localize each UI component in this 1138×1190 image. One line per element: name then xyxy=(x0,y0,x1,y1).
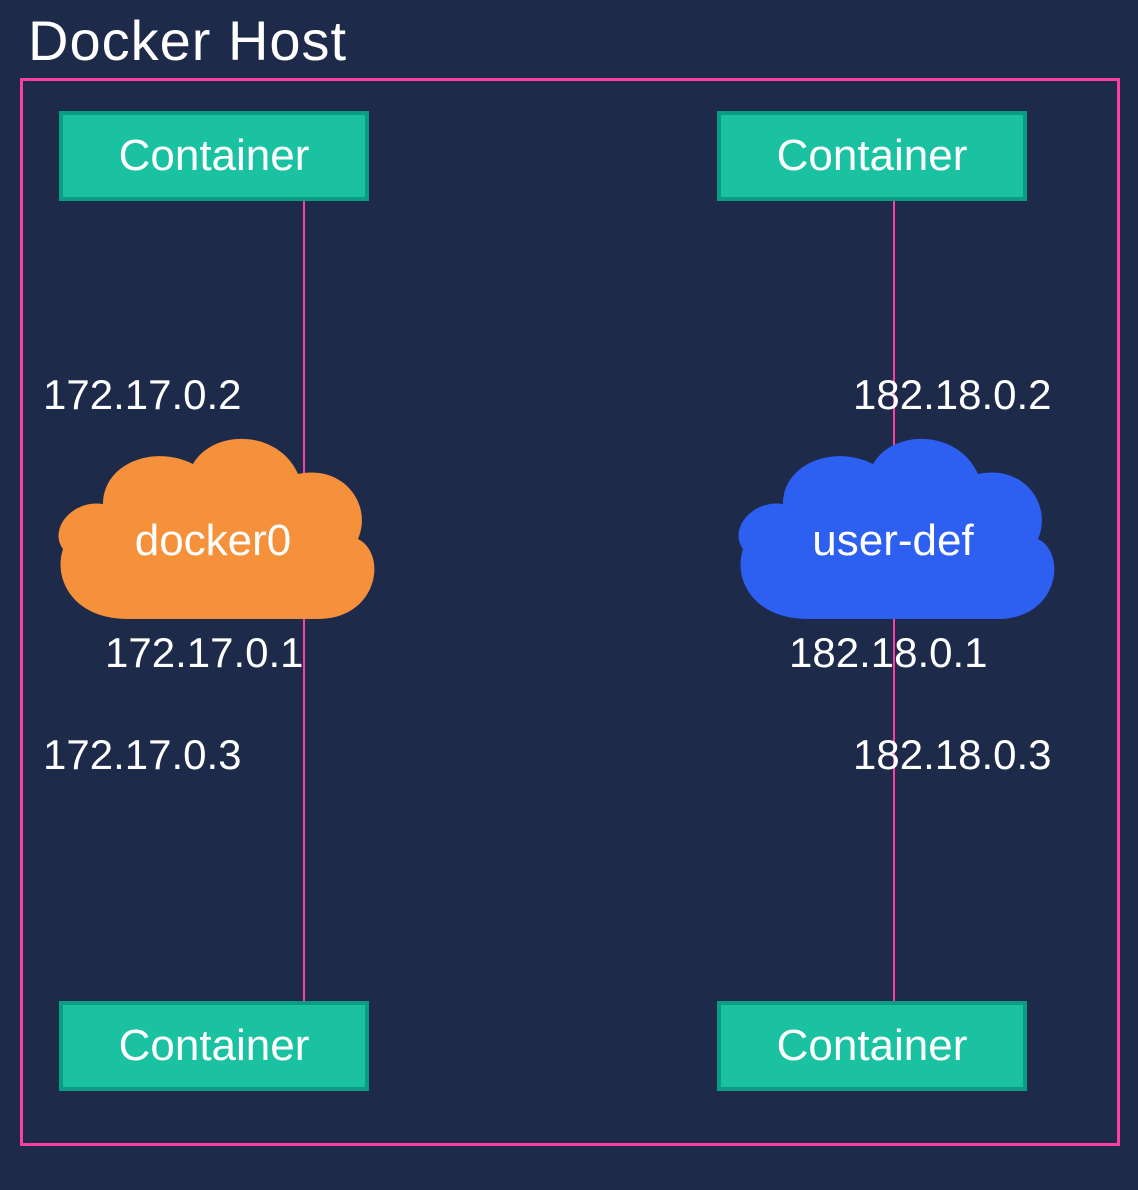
network-name-label: docker0 xyxy=(43,516,383,566)
network-cloud-docker0: docker0 xyxy=(43,419,383,629)
ip-left-top: 172.17.0.2 xyxy=(43,371,242,419)
ip-left-bottom: 172.17.0.3 xyxy=(43,731,242,779)
container-label: Container xyxy=(777,131,968,181)
container-label: Container xyxy=(119,131,310,181)
container-top-right: Container xyxy=(717,111,1027,201)
container-label: Container xyxy=(119,1021,310,1071)
network-name-label: user-def xyxy=(723,516,1063,566)
container-top-left: Container xyxy=(59,111,369,201)
docker-host-box: Container Container Container Container … xyxy=(20,78,1120,1146)
network-cloud-user-def: user-def xyxy=(723,419,1063,629)
ip-right-bottom: 182.18.0.3 xyxy=(853,731,1052,779)
ip-left-gateway: 172.17.0.1 xyxy=(105,629,304,677)
container-label: Container xyxy=(777,1021,968,1071)
container-bottom-left: Container xyxy=(59,1001,369,1091)
diagram-title: Docker Host xyxy=(28,8,347,73)
ip-right-top: 182.18.0.2 xyxy=(853,371,1052,419)
ip-right-gateway: 182.18.0.1 xyxy=(789,629,988,677)
container-bottom-right: Container xyxy=(717,1001,1027,1091)
